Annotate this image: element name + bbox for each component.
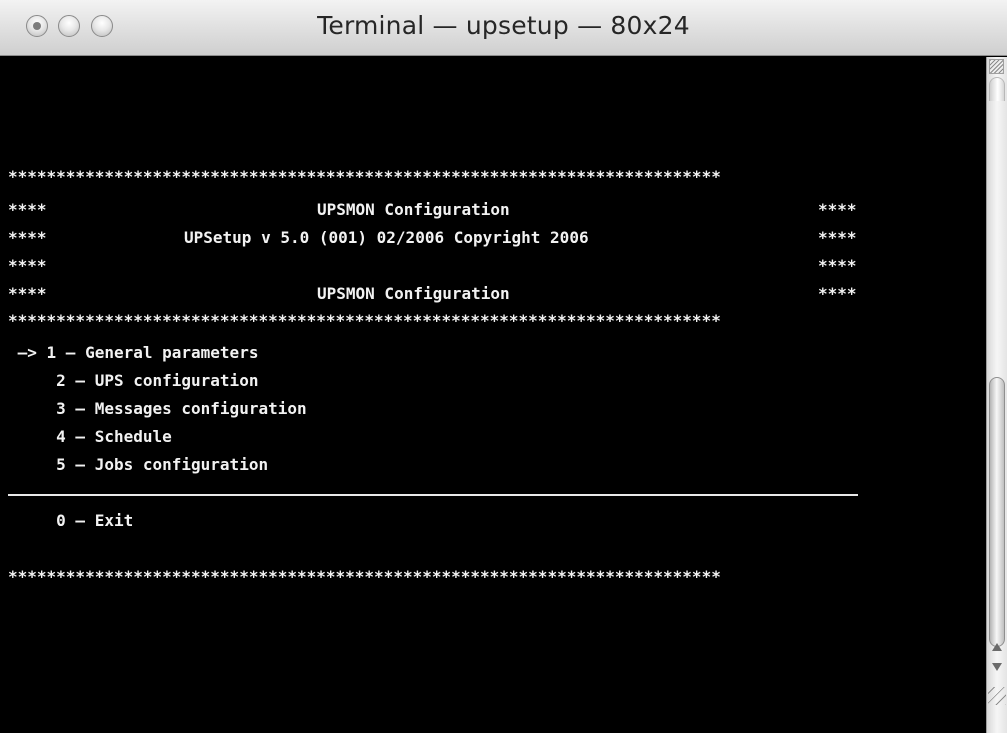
terminal-content[interactable]: ****************************************…	[8, 57, 986, 733]
vertical-scrollbar[interactable]	[986, 57, 1007, 733]
menu-item-schedule[interactable]: 4 — Schedule	[8, 427, 172, 447]
header-line-3-right: ****	[818, 256, 857, 275]
menu-item-exit[interactable]: 0 — Exit	[8, 511, 133, 531]
terminal-window: Terminal — upsetup — 80x24 *************…	[0, 0, 1007, 733]
menu-item-ups-configuration[interactable]: 2 — UPS configuration	[8, 371, 258, 391]
menu-item-messages-configuration[interactable]: 3 — Messages configuration	[8, 399, 306, 419]
header-line-2-center: UPSetup v 5.0 (001) 02/2006 Copyright 20…	[184, 228, 589, 247]
header-line-1-right: ****	[818, 200, 857, 219]
title-bar[interactable]: Terminal — upsetup — 80x24	[0, 0, 1007, 56]
header-line-1-left: ****	[8, 200, 47, 219]
header-line-1-center: UPSMON Configuration	[317, 200, 510, 219]
header-line-2-left: ****	[8, 228, 47, 247]
menu-item-general-parameters[interactable]: —> 1 — General parameters	[8, 343, 259, 363]
header-line-4-right: ****	[818, 284, 857, 303]
resize-grip-icon[interactable]	[988, 687, 1006, 705]
stars-mid-line: ****************************************…	[8, 311, 721, 330]
stars-top-line: ****************************************…	[8, 167, 721, 186]
window-title: Terminal — upsetup — 80x24	[317, 11, 690, 40]
scroll-down-arrow-icon[interactable]	[992, 663, 1002, 671]
stars-bottom-line: ****************************************…	[8, 567, 721, 586]
scrollbar-track-top	[989, 77, 1005, 101]
scrollbar-thumb[interactable]	[989, 377, 1005, 647]
separator-line	[8, 494, 858, 496]
header-line-4-center: UPSMON Configuration	[317, 284, 510, 303]
scroll-up-arrow-icon[interactable]	[992, 643, 1002, 651]
header-line-4-left: ****	[8, 284, 47, 303]
header-line-3-left: ****	[8, 256, 47, 275]
menu-item-jobs-configuration[interactable]: 5 — Jobs configuration	[8, 455, 268, 475]
header-line-2-right: ****	[818, 228, 857, 247]
resize-icon[interactable]	[989, 59, 1004, 74]
